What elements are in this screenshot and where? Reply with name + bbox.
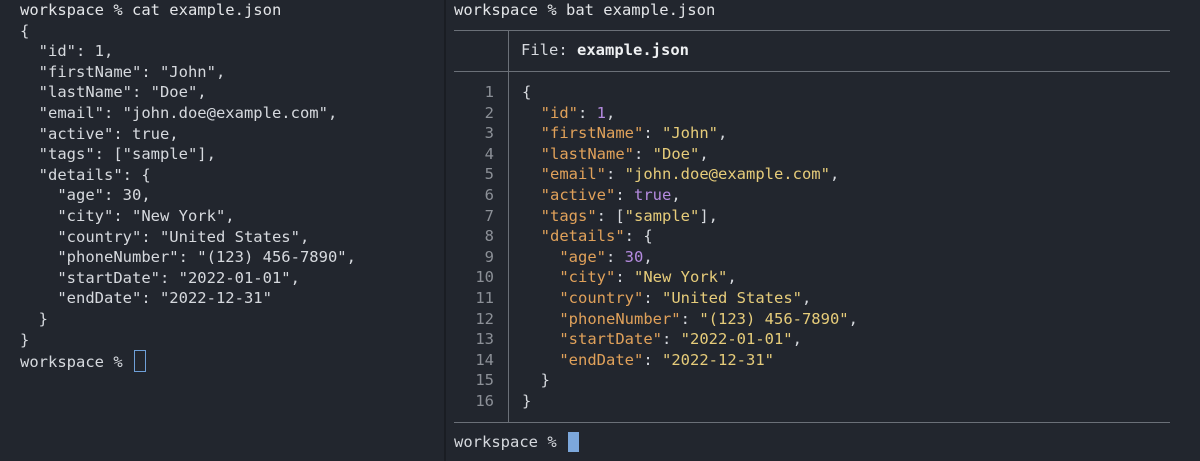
bat-file-header: File: example.json <box>521 40 689 60</box>
line-number: 11 <box>475 288 494 307</box>
line-number: 12 <box>475 309 494 328</box>
json-value: "(123) 456-7890" <box>699 309 849 328</box>
cat-line-15: } <box>20 309 48 328</box>
cat-command-line: workspace % cat example.json <box>20 1 282 19</box>
right-prompt: workspace % <box>454 433 566 451</box>
active-cursor <box>567 432 579 452</box>
json-value: "John" <box>662 124 718 143</box>
bat-gutter-separator <box>508 72 509 422</box>
file-label: File: <box>521 41 577 59</box>
code-line-1: { <box>522 82 858 103</box>
json-key: "details" <box>540 227 625 246</box>
json-key: "city" <box>559 268 616 287</box>
line-number-gutter: 1 2 3 4 5 6 7 8 9 10 11 12 13 14 15 16 <box>454 82 494 412</box>
code-line-13: "startDate": "2022-01-01", <box>559 330 802 349</box>
json-value: 30 <box>624 247 644 266</box>
code-line-5: "email": "john.doe@example.com", <box>540 165 840 184</box>
right-prompt-line[interactable]: workspace % <box>454 432 579 453</box>
bat-header-separator <box>508 31 509 71</box>
code-line-6: "active": true, <box>540 185 681 204</box>
line-number: 9 <box>484 247 494 266</box>
json-key: "country" <box>559 288 644 307</box>
line-number: 6 <box>484 185 494 204</box>
json-value: true <box>634 185 672 204</box>
code-line-9: "age": 30, <box>559 247 653 266</box>
cat-line-4: "lastName": "Doe", <box>20 83 207 102</box>
line-number: 13 <box>475 330 494 349</box>
cat-line-13: "startDate": "2022-01-01", <box>20 268 300 287</box>
json-key: "phoneNumber" <box>559 309 681 328</box>
line-number: 5 <box>484 165 494 184</box>
code-line-2: "id": 1, <box>540 103 616 122</box>
code-line-11: "country": "United States", <box>559 288 812 307</box>
bat-command-line: workspace % bat example.json <box>454 1 716 19</box>
cat-line-5: "email": "john.doe@example.com", <box>20 103 338 122</box>
json-key: "firstName" <box>540 124 644 143</box>
cat-line-16: } <box>20 330 30 349</box>
json-value: "2022-01-01" <box>680 330 793 349</box>
bat-bottom-rule <box>454 422 1170 423</box>
line-number: 14 <box>475 350 494 369</box>
inactive-cursor <box>133 350 146 373</box>
json-key: "age" <box>559 247 606 266</box>
left-prompt-line[interactable]: workspace % <box>20 350 356 373</box>
left-terminal-pane[interactable]: workspace % cat example.json { "id": 1, … <box>0 0 444 461</box>
json-value: 1 <box>596 103 607 122</box>
cat-line-11: "country": "United States", <box>20 227 310 246</box>
cat-line-7: "tags": ["sample"], <box>20 145 216 164</box>
json-key: "id" <box>540 103 578 122</box>
brace: } <box>540 371 551 390</box>
code-line-14: "endDate": "2022-12-31" <box>559 350 774 369</box>
code-line-16: } <box>522 391 858 412</box>
code-line-10: "city": "New York", <box>559 268 737 287</box>
code-line-4: "lastName": "Doe", <box>540 144 709 163</box>
bat-top-rule <box>454 30 1170 31</box>
cat-line-8: "details": { <box>20 165 151 184</box>
code-line-8: "details": { <box>540 227 653 246</box>
file-name: example.json <box>577 41 689 59</box>
code-line-7: "tags": ["sample"], <box>540 206 718 225</box>
json-value: "john.doe@example.com" <box>624 165 830 184</box>
json-key: "email" <box>540 165 606 184</box>
json-key: "active" <box>540 185 616 204</box>
json-key: "startDate" <box>559 330 662 349</box>
code-line-12: "phoneNumber": "(123) 456-7890", <box>559 309 858 328</box>
json-key: "tags" <box>540 206 597 225</box>
line-number: 16 <box>475 391 494 410</box>
line-number: 7 <box>484 206 494 225</box>
cat-line-14: "endDate": "2022-12-31" <box>20 289 272 308</box>
code-line-3: "firstName": "John", <box>540 124 728 143</box>
json-value: "sample" <box>624 206 700 225</box>
cat-line-2: "id": 1, <box>20 42 114 61</box>
right-terminal-pane[interactable]: workspace % bat example.json File: examp… <box>446 0 1200 461</box>
cat-line-10: "city": "New York", <box>20 206 235 225</box>
json-value: "2022-12-31" <box>662 350 774 369</box>
cat-line-12: "phoneNumber": "(123) 456-7890", <box>20 248 356 267</box>
terminal-window: workspace % cat example.json { "id": 1, … <box>0 0 1200 461</box>
code-line-15: } <box>522 370 858 391</box>
brace: { <box>522 83 532 101</box>
cat-output: workspace % cat example.json { "id": 1, … <box>20 0 356 373</box>
cat-line-6: "active": true, <box>20 124 179 143</box>
line-number: 2 <box>484 103 494 122</box>
cat-line-9: "age": 30, <box>20 186 151 205</box>
cat-line-1: { <box>20 21 30 40</box>
line-number: 3 <box>484 124 494 143</box>
line-number: 8 <box>484 227 494 246</box>
brace: } <box>522 391 532 410</box>
left-prompt: workspace % <box>20 353 132 372</box>
bat-header-rule <box>454 71 1170 72</box>
highlighted-code: { "id": 1, "firstName": "John", "lastNam… <box>522 82 858 412</box>
json-key: "endDate" <box>559 350 644 369</box>
line-number: 10 <box>475 268 494 287</box>
json-value: "New York" <box>634 268 728 287</box>
cat-line-3: "firstName": "John", <box>20 62 226 81</box>
line-number: 15 <box>475 371 494 390</box>
line-number: 4 <box>484 144 494 163</box>
line-number: 1 <box>484 83 494 101</box>
json-key: "lastName" <box>540 144 634 163</box>
json-value: "United States" <box>662 288 802 307</box>
json-value: "Doe" <box>652 144 700 163</box>
